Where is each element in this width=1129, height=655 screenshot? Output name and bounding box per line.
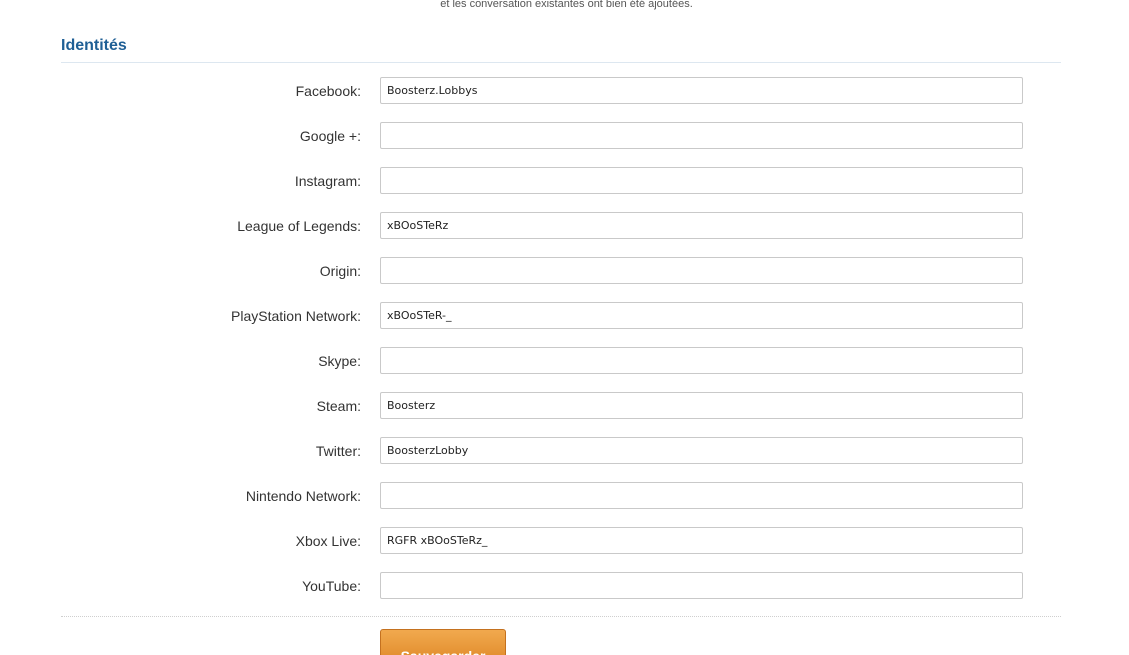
steam-label: Steam: bbox=[316, 398, 361, 414]
facebook-label: Facebook: bbox=[295, 83, 361, 99]
youtube-label: YouTube: bbox=[302, 578, 361, 594]
google-plus-label: Google +: bbox=[299, 128, 361, 144]
confirmation-notice-text: et les conversation existantes ont bien … bbox=[440, 0, 693, 10]
field-row-youtube: YouTube: bbox=[0, 572, 1129, 600]
field-row-twitter: Twitter: bbox=[0, 437, 1129, 465]
field-row-instagram: Instagram: bbox=[0, 167, 1129, 195]
skype-label: Skype: bbox=[318, 353, 361, 369]
section-title-identities: Identités bbox=[61, 37, 127, 54]
form-footer-divider bbox=[61, 616, 1061, 617]
field-row-xbox-live: Xbox Live: bbox=[0, 527, 1129, 555]
field-row-skype: Skype: bbox=[0, 347, 1129, 375]
field-row-nintendo-network: Nintendo Network: bbox=[0, 482, 1129, 510]
twitter-input[interactable] bbox=[380, 437, 1023, 464]
steam-input[interactable] bbox=[380, 392, 1023, 419]
twitter-label: Twitter: bbox=[315, 443, 361, 459]
instagram-input[interactable] bbox=[380, 167, 1023, 194]
youtube-input[interactable] bbox=[380, 572, 1023, 599]
save-button[interactable]: Sauvegarder bbox=[380, 629, 506, 655]
field-row-origin: Origin: bbox=[0, 257, 1129, 285]
facebook-input[interactable] bbox=[380, 77, 1023, 104]
instagram-label: Instagram: bbox=[294, 173, 361, 189]
nintendo-network-label: Nintendo Network: bbox=[245, 488, 361, 504]
nintendo-network-input[interactable] bbox=[380, 482, 1023, 509]
xbox-live-input[interactable] bbox=[380, 527, 1023, 554]
league-of-legends-label: League of Legends: bbox=[237, 218, 361, 234]
origin-input[interactable] bbox=[380, 257, 1023, 284]
google-plus-input[interactable] bbox=[380, 122, 1023, 149]
field-row-steam: Steam: bbox=[0, 392, 1129, 420]
skype-input[interactable] bbox=[380, 347, 1023, 374]
section-divider bbox=[61, 62, 1061, 63]
playstation-network-input[interactable] bbox=[380, 302, 1023, 329]
field-row-playstation-network: PlayStation Network: bbox=[0, 302, 1129, 330]
field-row-league-of-legends: League of Legends: bbox=[0, 212, 1129, 240]
league-of-legends-input[interactable] bbox=[380, 212, 1023, 239]
field-row-facebook: Facebook: bbox=[0, 77, 1129, 105]
identities-settings-page: et les conversation existantes ont bien … bbox=[0, 0, 1129, 655]
xbox-live-label: Xbox Live: bbox=[295, 533, 361, 549]
playstation-network-label: PlayStation Network: bbox=[231, 308, 361, 324]
field-row-google-plus: Google +: bbox=[0, 122, 1129, 150]
confirmation-notice: et les conversation existantes ont bien … bbox=[0, 0, 1129, 10]
origin-label: Origin: bbox=[319, 263, 361, 279]
